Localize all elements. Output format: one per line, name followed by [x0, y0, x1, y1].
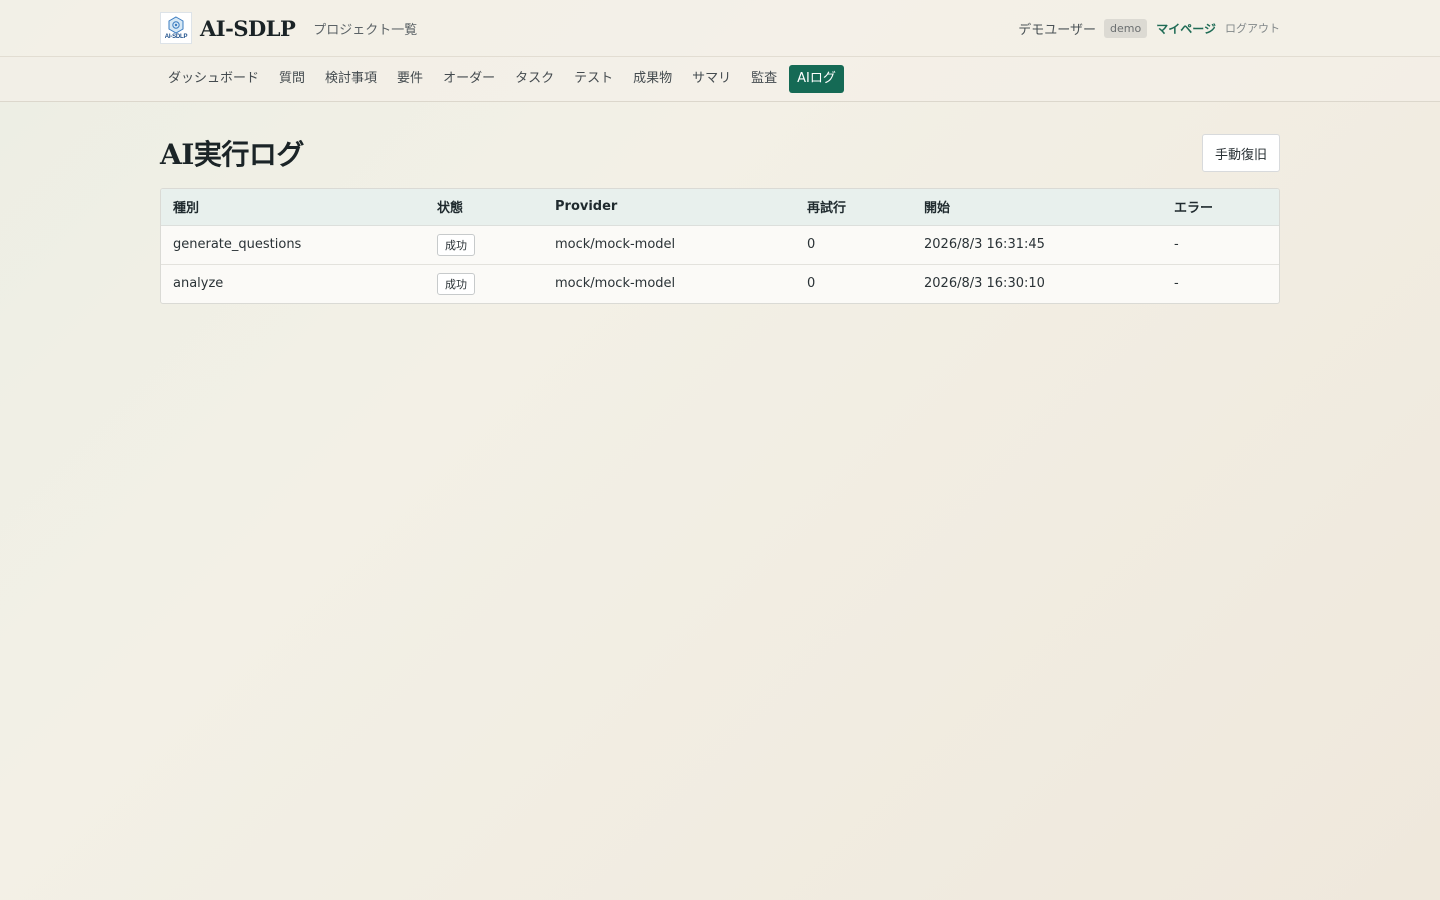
cell-type: analyze [173, 276, 224, 292]
nav-item-deliverables[interactable]: 成果物 [625, 65, 680, 93]
app-title[interactable]: AI-SDLP [200, 16, 296, 41]
top-header: AI-SDLP AI-SDLP プロジェクト一覧 デモユーザー demo マイペ… [0, 0, 1440, 57]
nav-item-questions[interactable]: 質問 [271, 65, 313, 93]
status-badge: 成功 [437, 233, 475, 256]
user-name: デモユーザー [1018, 22, 1097, 38]
project-list-link[interactable]: プロジェクト一覧 [313, 19, 417, 38]
column-header-provider: Provider [543, 189, 795, 226]
brand[interactable]: AI-SDLP AI-SDLP プロジェクト一覧 [160, 12, 417, 44]
app-logo[interactable]: AI-SDLP [160, 12, 192, 44]
cell-provider: mock/mock-model [543, 225, 795, 265]
mypage-link[interactable]: マイページ [1156, 20, 1216, 37]
status-badge: 成功 [437, 272, 475, 295]
cell-retry: 0 [795, 225, 912, 265]
nav-item-orders[interactable]: オーダー [435, 65, 503, 93]
page-title: AI実行ログ [160, 138, 304, 171]
column-header-retry: 再試行 [795, 189, 912, 226]
column-header-error: エラー [1162, 189, 1279, 226]
cell-status: 成功 [425, 264, 543, 303]
ai-log-table-container: 種別 状態 Provider 再試行 開始 エラー generate_quest… [160, 188, 1280, 304]
logout-link[interactable]: ログアウト [1225, 20, 1280, 36]
main-nav: ダッシュボード 質問 検討事項 要件 オーダー タスク テスト 成果物 サマリ … [0, 57, 1440, 102]
user-role-badge: demo [1104, 18, 1148, 38]
column-header-status: 状態 [425, 189, 543, 226]
cell-start: 2026/8/3 16:30:10 [924, 276, 1045, 292]
table-header-row: 種別 状態 Provider 再試行 開始 エラー [161, 189, 1279, 226]
nav-item-tests[interactable]: テスト [566, 65, 621, 93]
column-header-start: 開始 [912, 189, 1162, 226]
manual-recover-button[interactable]: 手動復旧 [1201, 134, 1280, 172]
logo-text: AI-SDLP [164, 34, 188, 40]
nav-item-requirements[interactable]: 要件 [389, 65, 431, 93]
cell-status: 成功 [425, 225, 543, 265]
cell-error: - [1174, 276, 1179, 292]
nav-item-audit[interactable]: 監査 [743, 65, 785, 93]
nav-item-summary[interactable]: サマリ [684, 65, 739, 93]
column-header-type: 種別 [161, 189, 425, 226]
user-area: デモユーザー demo マイページ ログアウト [1018, 18, 1280, 38]
ai-log-table: 種別 状態 Provider 再試行 開始 エラー generate_quest… [161, 189, 1279, 303]
page-header: AI実行ログ 手動復旧 [160, 134, 1280, 172]
nav-item-considerations[interactable]: 検討事項 [317, 65, 385, 93]
cell-retry: 0 [807, 276, 816, 292]
nav-item-ai-log[interactable]: AIログ [789, 65, 844, 93]
cell-error: - [1162, 225, 1279, 265]
cell-provider: mock/mock-model [555, 276, 676, 292]
cell-start: 2026/8/3 16:31:45 [912, 225, 1162, 265]
nav-item-dashboard[interactable]: ダッシュボード [160, 65, 267, 93]
nav-item-tasks[interactable]: タスク [507, 65, 562, 93]
main-content: AI実行ログ 手動復旧 種別 状態 Provider 再試行 開始 エラー ge… [160, 134, 1280, 304]
cell-type: generate_questions [161, 225, 425, 265]
table-row[interactable]: generate_questions 成功 mock/mock-model 0 … [161, 225, 1279, 265]
hexagon-logo-icon [168, 16, 184, 34]
table-row[interactable]: analyze 成功 mock/mock-model 0 2026/8/3 16… [161, 264, 1279, 303]
